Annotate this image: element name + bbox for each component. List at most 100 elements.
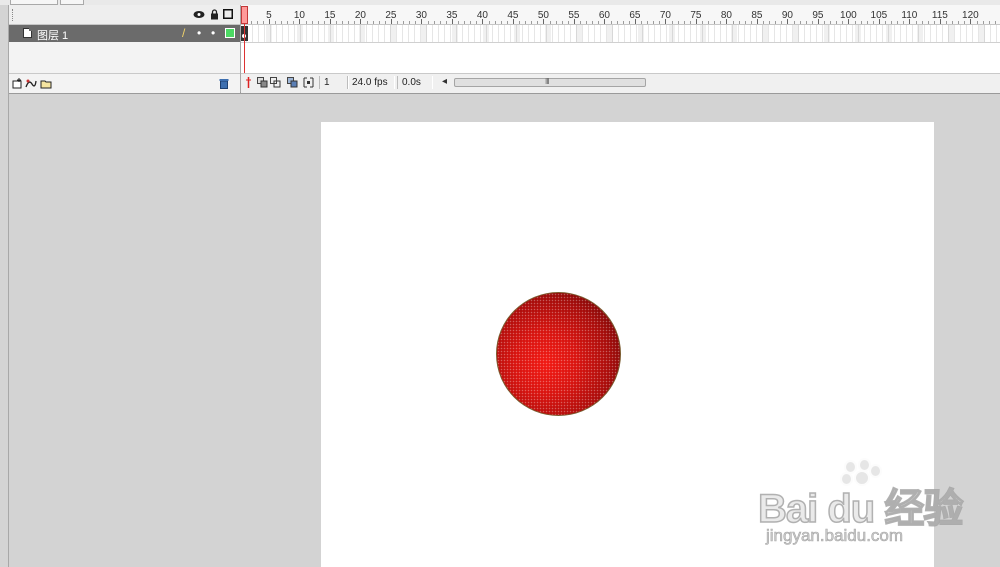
elapsed-time-field: 0.0s <box>397 76 433 89</box>
ruler-tick <box>549 21 551 24</box>
ruler-tick <box>647 21 649 24</box>
ruler-tick <box>445 21 447 24</box>
red-gradient-circle[interactable] <box>496 292 621 416</box>
ruler-tick <box>854 21 856 24</box>
frames-area[interactable]: 5 10 15 20 25 30 35 40 45 50 55 60 65 70 75 80 85 90 95 100… <box>241 5 1000 93</box>
lock-dot[interactable]: • <box>211 26 215 40</box>
ruler-tick <box>397 21 398 24</box>
ruler-tick <box>293 21 295 24</box>
scroll-grip[interactable]: III <box>545 77 550 86</box>
ruler-tick <box>531 21 533 24</box>
ruler-tick <box>659 21 661 24</box>
ruler-tick <box>311 21 313 24</box>
ruler-tick <box>683 21 685 24</box>
layer-row[interactable]: 图层 1 / • • <box>9 25 240 42</box>
layer-frame-row[interactable] <box>241 25 1000 43</box>
eye-icon[interactable] <box>193 8 205 20</box>
ruler-tick <box>824 21 825 24</box>
ruler-tick <box>781 21 783 24</box>
current-frame-field[interactable]: 1 <box>319 76 349 89</box>
ruler-tick <box>952 21 954 24</box>
ruler-tick <box>653 21 655 24</box>
panel-grip[interactable] <box>12 9 15 21</box>
edit-multiple-frames-icon[interactable] <box>287 77 298 88</box>
ruler-label: 15 <box>324 10 336 21</box>
ruler-tick <box>305 21 307 24</box>
ruler-tick <box>964 21 966 24</box>
ruler-tick <box>927 21 929 24</box>
ruler-label: 25 <box>385 10 397 21</box>
ruler-tick <box>763 21 764 24</box>
ruler-tick <box>976 21 978 24</box>
ruler-tick <box>262 21 264 24</box>
modify-onion-markers-icon[interactable] <box>303 77 314 88</box>
ruler-tick <box>720 21 722 24</box>
ruler-tick <box>354 21 356 24</box>
layer-name[interactable]: 图层 1 <box>37 27 68 43</box>
playhead[interactable] <box>241 6 248 24</box>
horizontal-scrollbar[interactable]: III <box>454 77 646 87</box>
ruler-tick <box>714 21 716 24</box>
add-motion-guide-icon[interactable] <box>25 77 37 89</box>
ruler-tick <box>799 21 801 24</box>
ruler-tick <box>275 21 276 24</box>
ruler-label: 50 <box>537 10 549 21</box>
ruler-tick <box>415 21 417 24</box>
ruler-tick <box>885 21 886 24</box>
pencil-icon: / <box>182 26 186 40</box>
ruler-tick <box>805 21 807 24</box>
new-layer-icon[interactable] <box>12 77 24 89</box>
ruler-tick <box>336 21 337 24</box>
timeline-status-bar: 1 24.0 fps 0.0s ◂ III <box>241 73 1000 93</box>
ruler-tick <box>830 21 832 24</box>
frame-ruler[interactable]: 5 10 15 20 25 30 35 40 45 50 55 60 65 70 75 80 85 90 95 100… <box>241 5 1000 25</box>
scroll-left-arrow[interactable]: ◂ <box>442 76 447 87</box>
ruler-tick <box>250 21 252 24</box>
ruler-tick <box>769 21 771 24</box>
ruler-tick <box>836 21 838 24</box>
ruler-tick <box>500 21 502 24</box>
ruler-label: 55 <box>568 10 580 21</box>
center-frame-icon[interactable] <box>243 77 254 88</box>
ruler-tick <box>915 21 917 24</box>
delete-layer-icon[interactable] <box>218 77 230 89</box>
watermark-url: jingyan.baidu.com <box>766 526 904 546</box>
onion-skin-outlines-icon[interactable] <box>270 77 281 88</box>
onion-skin-icon[interactable] <box>257 77 268 88</box>
ruler-tick <box>561 21 563 24</box>
ruler-tick <box>580 21 581 24</box>
ruler-tick <box>732 21 734 24</box>
ruler-tick <box>872 21 874 24</box>
ruler-tick <box>342 21 344 24</box>
ruler-tick <box>866 21 868 24</box>
new-folder-icon[interactable] <box>40 77 52 89</box>
ruler-label: 20 <box>354 10 366 21</box>
timeline-panel: 图层 1 / • • 5 10 15 20 25 30 35 40 45 50 55 60 65 70 75… <box>9 5 1000 94</box>
ruler-label: 60 <box>598 10 610 21</box>
ruler-label: 100 <box>840 10 857 21</box>
empty-frame-area <box>241 43 1000 73</box>
ruler-tick <box>671 21 673 24</box>
ruler-tick <box>281 21 283 24</box>
lock-icon[interactable] <box>208 8 220 20</box>
ruler-tick <box>256 21 258 24</box>
square-outline-icon[interactable] <box>222 8 234 20</box>
layers-footer <box>9 73 240 93</box>
layer-icon <box>23 28 32 38</box>
ruler-tick <box>592 21 594 24</box>
ruler-tick <box>750 21 752 24</box>
ruler-tick <box>860 21 862 24</box>
visibility-dot[interactable]: • <box>197 26 201 40</box>
ruler-tick <box>586 21 588 24</box>
ruler-tick <box>317 21 319 24</box>
frame-rate-field[interactable]: 24.0 fps <box>347 76 395 89</box>
outline-color-swatch[interactable] <box>225 28 235 38</box>
ruler-tick <box>525 21 527 24</box>
ruler-tick <box>439 21 441 24</box>
ruler-tick <box>628 21 630 24</box>
ruler-label: 75 <box>690 10 702 21</box>
ruler-label: 40 <box>476 10 488 21</box>
ruler-label: 115 <box>931 10 948 21</box>
ruler-tick <box>891 21 893 24</box>
ruler-tick <box>433 21 435 24</box>
